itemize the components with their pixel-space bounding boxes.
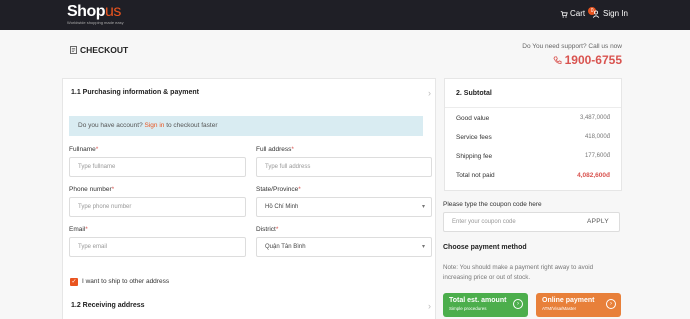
district-label: District* <box>256 226 279 233</box>
chevron-right-icon[interactable]: › <box>428 88 431 98</box>
alert-sign-in-link[interactable]: Sign in <box>145 122 165 129</box>
fullname-label: Fullname* <box>69 146 99 153</box>
sign-in-alert: Do you have account? Sign in to checkout… <box>69 116 423 136</box>
shipping-fee-label: Shipping fee <box>456 153 493 160</box>
arrow-right-icon: › <box>606 299 616 309</box>
coupon-placeholder: Enter your coupon code <box>452 219 516 225</box>
sign-in-link[interactable]: Sign In <box>592 9 628 18</box>
full-address-input[interactable]: Type full address <box>256 157 432 177</box>
phone-label: Phone number* <box>69 186 115 193</box>
divider <box>445 107 621 108</box>
service-fees-label: Service fees <box>456 134 492 141</box>
payment-note: Note: You should make a payment right aw… <box>443 264 594 281</box>
dropdown-arrow-icon: ▾ <box>421 204 425 210</box>
top-navigation-bar: Shopus Worldwide shopping made easy Cart… <box>0 0 690 30</box>
sign-in-label: Sign In <box>603 9 628 18</box>
support-text: Do You need support? Call us now <box>522 43 622 50</box>
state-select[interactable]: Hồ Chí Minh ▾ <box>256 197 432 217</box>
coupon-input[interactable]: Enter your coupon code APPLY <box>443 212 620 232</box>
service-fees-amount: 418,000đ <box>584 134 610 140</box>
ship-other-label: I want to ship to other address <box>82 278 170 285</box>
good-value-amount: 3,487,000đ <box>579 115 610 121</box>
phone-icon <box>553 55 562 64</box>
fullname-input[interactable]: Type fullname <box>69 157 246 177</box>
cart-icon <box>560 10 568 18</box>
dropdown-arrow-icon: ▾ <box>421 244 425 250</box>
chevron-right-icon[interactable]: › <box>428 301 431 311</box>
receiving-heading: 1.2 Receiving address <box>71 302 145 309</box>
hotline-number: 1900-6755 <box>564 53 622 67</box>
total-not-paid-amount: 4,082,600đ <box>577 172 610 179</box>
phone-input[interactable]: Type phone number <box>69 197 246 217</box>
document-icon <box>70 46 77 54</box>
subtotal-panel: 2. Subtotal Good value 3,487,000đ Servic… <box>444 78 622 191</box>
coupon-label: Please type the coupon code here <box>443 201 542 208</box>
online-payment-button[interactable]: Online payment ATM/Visa/Master › <box>536 293 621 317</box>
ship-other-checkbox[interactable]: ✓ <box>70 278 78 286</box>
purchasing-heading: 1.1 Purchasing information & payment <box>71 89 199 96</box>
apply-coupon-button[interactable]: APPLY <box>587 213 609 231</box>
page-title: CHECKOUT <box>70 45 128 55</box>
user-icon <box>592 10 600 18</box>
state-value: Hồ Chí Minh <box>265 204 299 210</box>
full-address-label: Full address* <box>256 146 294 153</box>
hotline[interactable]: 1900-6755 <box>545 53 622 67</box>
total-not-paid-label: Total not paid <box>456 172 495 179</box>
shopus-logo[interactable]: Shopus <box>67 3 121 21</box>
email-input[interactable]: Type email <box>69 237 246 257</box>
arrow-right-icon: › <box>513 299 523 309</box>
cart-link[interactable]: Cart 0 <box>560 6 597 18</box>
state-label: State/Province* <box>256 186 301 193</box>
shipping-fee-amount: 177,600đ <box>584 153 610 159</box>
page-title-text: CHECKOUT <box>80 45 129 55</box>
logo-tagline: Worldwide shopping made easy <box>67 20 124 25</box>
district-select[interactable]: Quận Tân Bình ▾ <box>256 237 432 257</box>
purchasing-panel: 1.1 Purchasing information & payment › D… <box>62 78 436 319</box>
email-label: Email* <box>69 226 88 233</box>
subtotal-title: 2. Subtotal <box>456 90 492 97</box>
good-value-label: Good value <box>456 115 490 122</box>
payment-method-title: Choose payment method <box>443 244 527 251</box>
cart-label: Cart <box>570 9 586 18</box>
district-value: Quận Tân Bình <box>265 244 306 250</box>
pay-on-delivery-button[interactable]: Total est. amount Simple procedures › <box>443 293 528 317</box>
